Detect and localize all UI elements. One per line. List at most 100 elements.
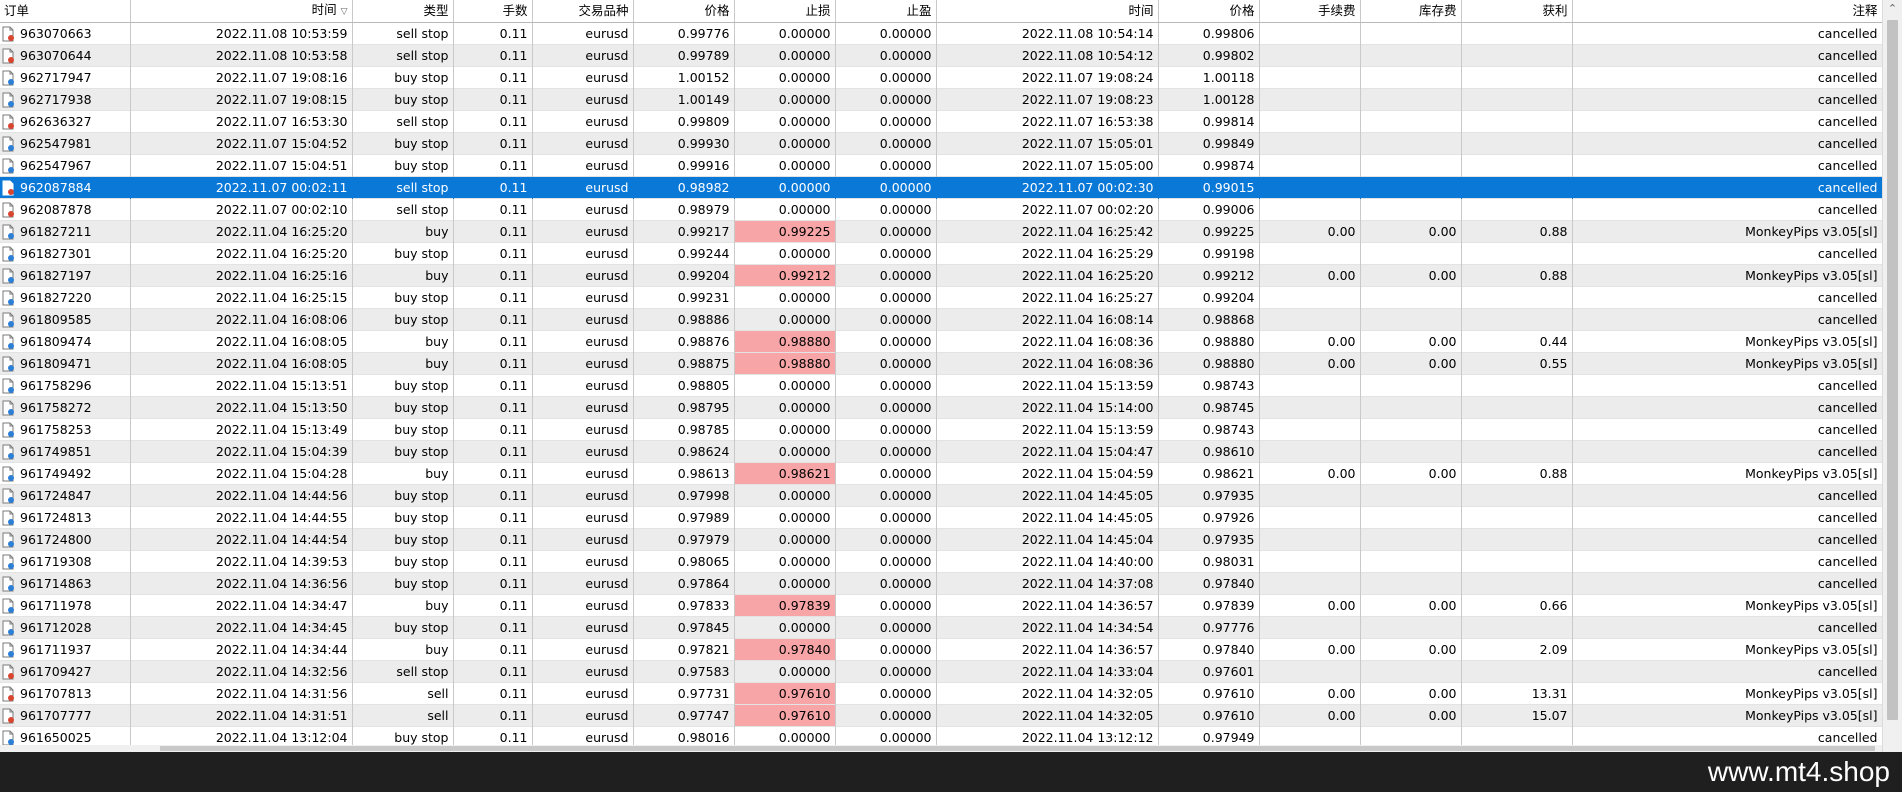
cell-comment: cancelled [1572,660,1882,683]
cell-profit: 0.66 [1461,594,1573,617]
table-row[interactable]: 961749851 2022.11.04 15:04:39 buy stop 0.11… [0,440,1882,463]
vertical-scroll-thumb[interactable] [1887,20,1898,720]
cell-commission [1259,286,1361,309]
cell-lots: 0.11 [453,418,533,441]
table-row[interactable]: 961809585 2022.11.04 16:08:06 buy stop 0.11… [0,308,1882,331]
cell-sl: 0.00000 [734,110,836,133]
cell-comment: MonkeyPips v3.05[sl] [1572,682,1882,705]
table-row[interactable]: 961758253 2022.11.04 15:13:49 buy stop 0.11… [0,418,1882,441]
cell-close-time: 2022.11.07 00:02:20 [936,198,1159,221]
cell-commission [1259,616,1361,639]
table-row[interactable]: 961714863 2022.11.04 14:36:56 buy stop 0.11… [0,572,1882,595]
cell-comment: cancelled [1572,154,1882,177]
column-header-label: 获利 [1542,3,1568,18]
column-header-open-price[interactable]: 价格 [633,0,735,23]
sell-order-document-icon [2,202,15,218]
cell-commission [1259,308,1361,331]
horizontal-scrollbar[interactable] [0,745,1882,752]
table-row[interactable]: 961749492 2022.11.04 15:04:28 buy 0.11 eurus… [0,462,1882,485]
column-header-swap[interactable]: 库存费 [1360,0,1462,23]
column-header-label: 价格 [1229,3,1255,18]
cell-tp: 0.00000 [835,616,937,639]
cell-type: sell stop [352,176,454,199]
cell-comment: MonkeyPips v3.05[sl] [1572,704,1882,727]
table-row[interactable]: 961827197 2022.11.04 16:25:16 buy 0.11 eurus… [0,264,1882,287]
table-row[interactable]: 963070644 2022.11.08 10:53:58 sell stop 0.1… [0,44,1882,67]
cell-type: buy stop [352,88,454,111]
cell-tp: 0.00000 [835,264,937,287]
cell-open-price: 0.98982 [633,176,735,199]
table-row[interactable]: 961827220 2022.11.04 16:25:15 buy stop 0.11… [0,286,1882,309]
table-row[interactable]: 961827301 2022.11.04 16:25:20 buy stop 0.11… [0,242,1882,265]
cell-symbol: eurusd [532,440,634,463]
horizontal-scroll-thumb[interactable] [160,746,1875,751]
column-header-profit[interactable]: 获利 [1461,0,1573,23]
column-header-symbol[interactable]: 交易品种 [532,0,634,23]
table-row[interactable]: 962717947 2022.11.07 19:08:16 buy stop 0.11… [0,66,1882,89]
table-row[interactable]: 961709427 2022.11.04 14:32:56 sell stop 0.1… [0,660,1882,683]
cell-sl: 0.99225 [734,220,836,243]
column-header-order[interactable]: 订单 [0,0,131,23]
buy-order-document-icon [2,158,15,174]
cell-type: buy [352,220,454,243]
cell-comment: MonkeyPips v3.05[sl] [1572,638,1882,661]
buy-order-document-icon [2,554,15,570]
table-row[interactable]: 961711978 2022.11.04 14:34:47 buy 0.11 eurus… [0,594,1882,617]
table-row[interactable]: 961758296 2022.11.04 15:13:51 buy stop 0.11… [0,374,1882,397]
order-number: 961707813 [20,686,92,701]
cell-lots: 0.11 [453,44,533,67]
cell-comment: cancelled [1572,66,1882,89]
cell-close-price: 0.99015 [1158,176,1260,199]
column-header-open-time[interactable]: 时间 ▽ [130,0,353,23]
column-header-label: 订单 [4,3,30,18]
column-header-type[interactable]: 类型 [352,0,454,23]
cell-close-time: 2022.11.08 10:54:14 [936,22,1159,45]
table-row[interactable]: 962547981 2022.11.07 15:04:52 buy stop 0.11… [0,132,1882,155]
table-row[interactable]: 962087878 2022.11.07 00:02:10 sell stop 0.1… [0,198,1882,221]
vertical-scrollbar[interactable]: ⌃ [1882,0,1902,752]
scroll-up-arrow-icon[interactable]: ⌃ [1883,0,1902,18]
cell-open-price: 0.98795 [633,396,735,419]
column-header-close-time[interactable]: 时间 [936,0,1159,23]
order-number: 961758296 [20,378,92,393]
cell-order: 961758272 [0,396,131,419]
cell-lots: 0.11 [453,220,533,243]
column-header-commission[interactable]: 手续费 [1259,0,1361,23]
cell-order: 962087878 [0,198,131,221]
table-row[interactable]: 962636327 2022.11.07 16:53:30 sell stop 0.1… [0,110,1882,133]
table-row[interactable]: 961724813 2022.11.04 14:44:55 buy stop 0.11… [0,506,1882,529]
table-row[interactable]: 961712028 2022.11.04 14:34:45 buy stop 0.11… [0,616,1882,639]
table-row[interactable]: 961809474 2022.11.04 16:08:05 buy 0.11 eurus… [0,330,1882,353]
table-row[interactable]: 962547967 2022.11.07 15:04:51 buy stop 0.11… [0,154,1882,177]
table-row[interactable]: 961809471 2022.11.04 16:08:05 buy 0.11 eurus… [0,352,1882,375]
cell-order: 962636327 [0,110,131,133]
cell-order: 962547981 [0,132,131,155]
column-header-tp[interactable]: 止盈 [835,0,937,23]
cell-tp: 0.00000 [835,330,937,353]
table-row[interactable]: 961711937 2022.11.04 14:34:44 buy 0.11 eurus… [0,638,1882,661]
cell-sl: 0.00000 [734,198,836,221]
table-row[interactable]: 962087884 2022.11.07 00:02:11 sell stop 0.1… [0,176,1882,199]
table-row[interactable]: 961827211 2022.11.04 16:25:20 buy 0.11 eurus… [0,220,1882,243]
order-number: 961749492 [20,466,92,481]
table-row[interactable]: 961724800 2022.11.04 14:44:54 buy stop 0.11… [0,528,1882,551]
cell-order: 961809474 [0,330,131,353]
table-row[interactable]: 961724847 2022.11.04 14:44:56 buy stop 0.11… [0,484,1882,507]
table-row[interactable]: 961707777 2022.11.04 14:31:51 sell 0.11 euru… [0,704,1882,727]
column-header-comment[interactable]: 注释 [1572,0,1882,23]
table-row[interactable]: 962717938 2022.11.07 19:08:15 buy stop 0.11… [0,88,1882,111]
watermark-bar: www.mt4.shop [0,752,1902,792]
column-header-lots[interactable]: 手数 [453,0,533,23]
table-row[interactable]: 961758272 2022.11.04 15:13:50 buy stop 0.11… [0,396,1882,419]
table-row[interactable]: 961707813 2022.11.04 14:31:56 sell 0.11 euru… [0,682,1882,705]
column-header-close-price[interactable]: 价格 [1158,0,1260,23]
cell-close-time: 2022.11.04 15:14:00 [936,396,1159,419]
cell-comment: cancelled [1572,176,1882,199]
column-header-sl[interactable]: 止损 [734,0,836,23]
cell-commission [1259,440,1361,463]
cell-profit [1461,396,1573,419]
table-row[interactable]: 963070663 2022.11.08 10:53:59 sell stop 0.1… [0,22,1882,45]
cell-open-price: 0.99217 [633,220,735,243]
table-row[interactable]: 961719308 2022.11.04 14:39:53 buy stop 0.11… [0,550,1882,573]
cell-commission [1259,132,1361,155]
